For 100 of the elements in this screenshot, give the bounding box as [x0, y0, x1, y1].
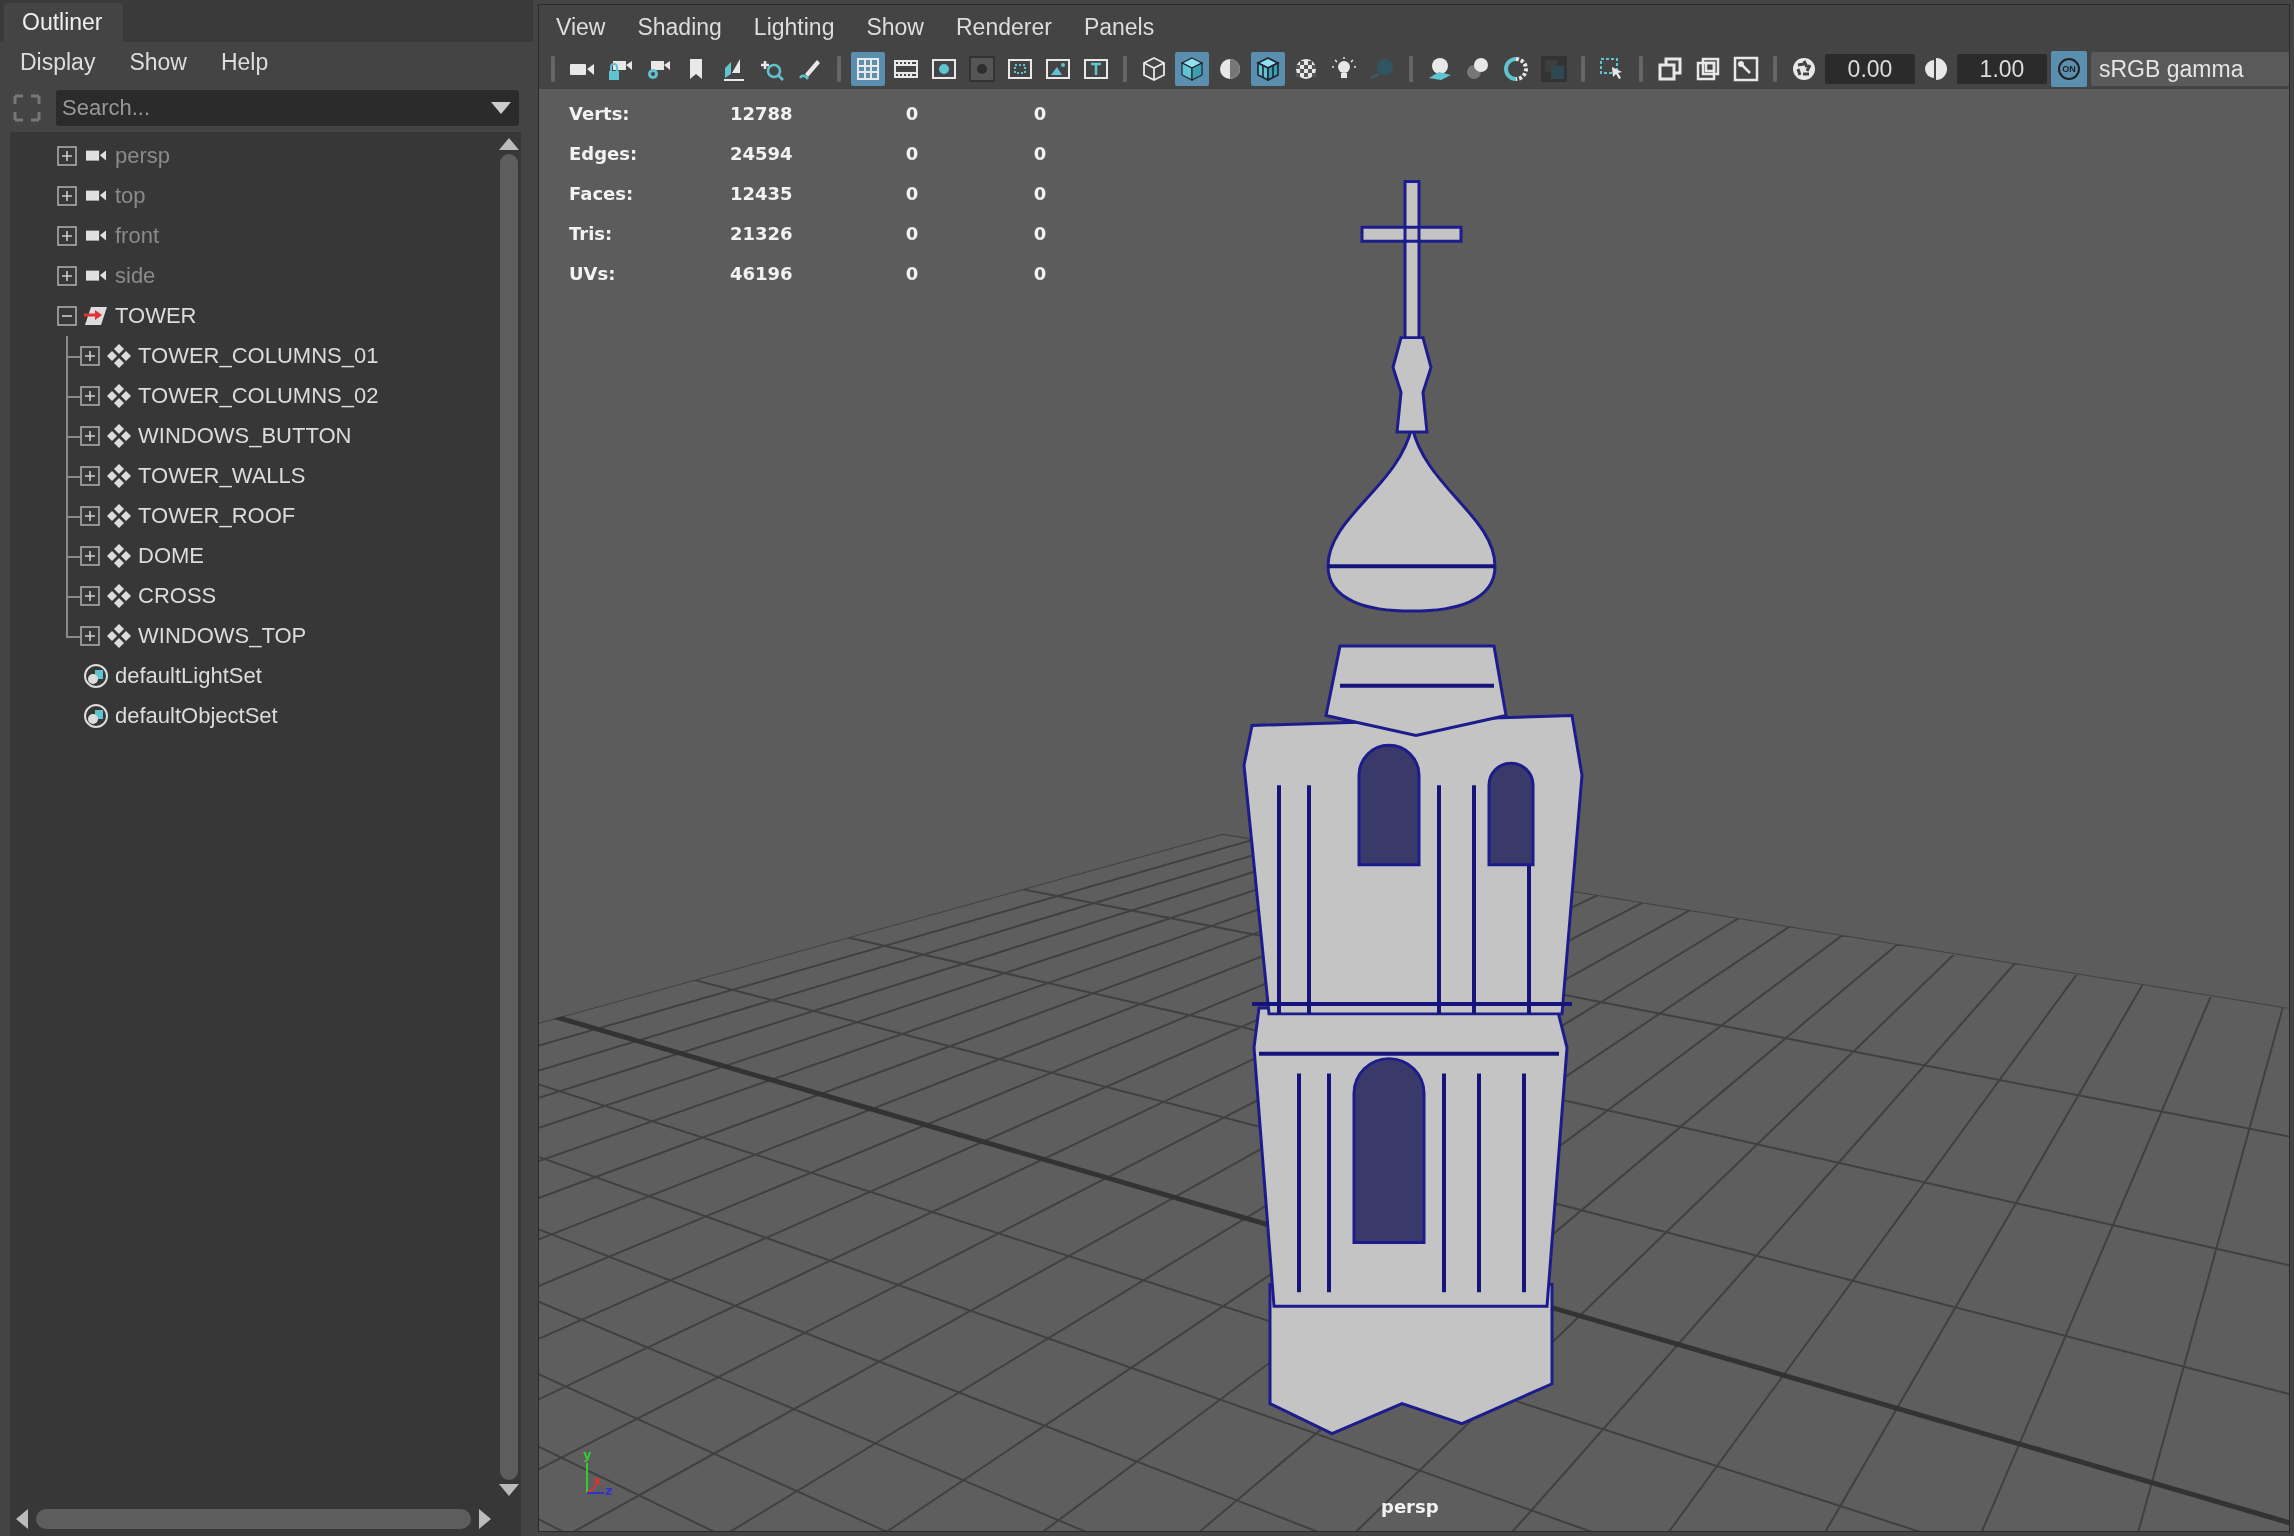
- color-management-toggle[interactable]: ON: [2051, 51, 2087, 87]
- stat-value: 0: [904, 182, 920, 204]
- overlap-squares-icon: [1657, 56, 1683, 82]
- outliner-item[interactable]: DOME: [10, 536, 497, 576]
- image-frame-icon: [1045, 56, 1071, 82]
- stat-value: 21326: [730, 222, 794, 244]
- menu-item[interactable]: Show: [866, 13, 924, 41]
- collapse-toggle-icon[interactable]: [57, 306, 77, 326]
- panel-tab[interactable]: Outliner: [4, 3, 123, 42]
- outliner-item[interactable]: CROSS: [10, 576, 497, 616]
- set-icon: [83, 663, 109, 689]
- outliner-item[interactable]: TOWER: [10, 296, 497, 336]
- outliner-item[interactable]: defaultLightSet: [10, 656, 497, 696]
- mesh-icon: [106, 383, 132, 409]
- scroll-right-arrow-icon[interactable]: [479, 1509, 491, 1529]
- nested-squares-icon: [1695, 56, 1721, 82]
- mesh-icon: [106, 623, 132, 649]
- expand-toggle-icon[interactable]: [80, 466, 100, 486]
- menu-item[interactable]: Lighting: [753, 13, 835, 41]
- outliner-item[interactable]: WINDOWS_BUTTON: [10, 416, 497, 456]
- scrollbar-thumb[interactable]: [500, 154, 518, 1480]
- exposure-field[interactable]: 0.00: [1825, 54, 1915, 84]
- outliner-item[interactable]: TOWER_COLUMNS_02: [10, 376, 497, 416]
- axis-label: z: [605, 1483, 613, 1497]
- outliner-item[interactable]: TOWER_ROOF: [10, 496, 497, 536]
- mesh-icon: [106, 503, 132, 529]
- stat-value: 0: [904, 142, 920, 164]
- shadow-sphere-icon: [1369, 56, 1395, 82]
- toolbar-button[interactable]: [1251, 52, 1285, 86]
- outliner-item[interactable]: TOWER_COLUMNS_01: [10, 336, 497, 376]
- dropdown-caret-icon: [491, 102, 511, 114]
- stat-value: 0: [1032, 142, 1048, 164]
- mesh-icon: [106, 423, 132, 449]
- text-frame-icon: [1083, 56, 1109, 82]
- expand-toggle-icon[interactable]: [80, 426, 100, 446]
- expand-toggle-icon[interactable]: [80, 506, 100, 526]
- expand-toggle-icon[interactable]: [57, 226, 77, 246]
- stat-value: 0: [1032, 182, 1048, 204]
- menu-item[interactable]: Show: [129, 48, 187, 76]
- set-icon: [83, 703, 109, 729]
- expand-toggle-icon[interactable]: [80, 346, 100, 366]
- camera-label: persp: [1381, 1496, 1439, 1517]
- axis-label: y: [583, 1447, 592, 1462]
- menu-item[interactable]: Renderer: [956, 13, 1052, 41]
- half-sphere-icon: [1217, 56, 1243, 82]
- stat-value: 12435: [730, 182, 794, 204]
- mesh-icon: [106, 463, 132, 489]
- stat-value: 0: [1032, 222, 1048, 244]
- scroll-down-arrow-icon[interactable]: [499, 1484, 519, 1496]
- stat-value: 0: [1032, 102, 1048, 124]
- wireframe-cube-icon: [1141, 56, 1167, 82]
- toolbar-button[interactable]: [1175, 52, 1209, 86]
- shaded-cube-icon: [1179, 56, 1205, 82]
- stat-label: UVs:: [569, 262, 617, 284]
- dark-squares-icon: [1541, 56, 1567, 82]
- aperture-icon: [1791, 56, 1817, 82]
- stat-value: 0: [1032, 262, 1048, 284]
- menu-item[interactable]: Help: [220, 48, 269, 76]
- stat-value: 12788: [730, 102, 794, 124]
- scroll-up-arrow-icon[interactable]: [499, 138, 519, 150]
- expand-toggle-icon[interactable]: [57, 266, 77, 286]
- dashed-ring-icon: [1503, 56, 1529, 82]
- wire-shaded-cube-icon: [1255, 56, 1281, 82]
- sphere-plane-icon: [1427, 56, 1453, 82]
- stat-value: 0: [904, 262, 920, 284]
- checker-icon: [1293, 56, 1319, 82]
- view-transform-dropdown[interactable]: sRGB gamma: [2091, 52, 2289, 86]
- menu-item[interactable]: Panels: [1083, 13, 1155, 41]
- mesh-icon: [106, 583, 132, 609]
- stat-label: Faces:: [569, 182, 635, 204]
- stat-label: Verts:: [569, 102, 631, 124]
- menu-item[interactable]: View: [556, 13, 606, 41]
- menu-item[interactable]: Display: [20, 48, 96, 76]
- scroll-left-arrow-icon[interactable]: [16, 1509, 28, 1529]
- scrollbar-thumb[interactable]: [36, 1509, 471, 1529]
- expand-toggle-icon[interactable]: [57, 186, 77, 206]
- stat-value: 24594: [730, 142, 794, 164]
- stat-value: 46196: [730, 262, 794, 284]
- menu-item[interactable]: Shading: [637, 13, 722, 41]
- expand-toggle-icon[interactable]: [57, 146, 77, 166]
- axis-drawing: [586, 1462, 605, 1494]
- mask-square-icon: [969, 56, 995, 82]
- mesh-icon: [106, 543, 132, 569]
- expand-toggle-icon[interactable]: [80, 546, 100, 566]
- outliner-item[interactable]: TOWER_WALLS: [10, 456, 497, 496]
- field-chart-icon: [1007, 56, 1033, 82]
- expand-toggle-icon[interactable]: [80, 626, 100, 646]
- picture-frame-icon: [1733, 56, 1759, 82]
- stat-value: 0: [904, 222, 920, 244]
- outliner-item[interactable]: defaultObjectSet: [10, 696, 497, 736]
- gamma-field[interactable]: 1.00: [1957, 54, 2047, 84]
- spheres-icon: [1465, 56, 1491, 82]
- grid-icon: [855, 56, 881, 82]
- expand-toggle-icon[interactable]: [80, 386, 100, 406]
- stat-label: Tris:: [569, 222, 614, 244]
- expand-toggle-icon[interactable]: [80, 586, 100, 606]
- half-circle-icon: [1923, 56, 1949, 82]
- axis-label: x: [593, 1473, 602, 1488]
- search-field[interactable]: Search...: [56, 90, 519, 126]
- outliner-item[interactable]: WINDOWS_TOP: [10, 616, 497, 656]
